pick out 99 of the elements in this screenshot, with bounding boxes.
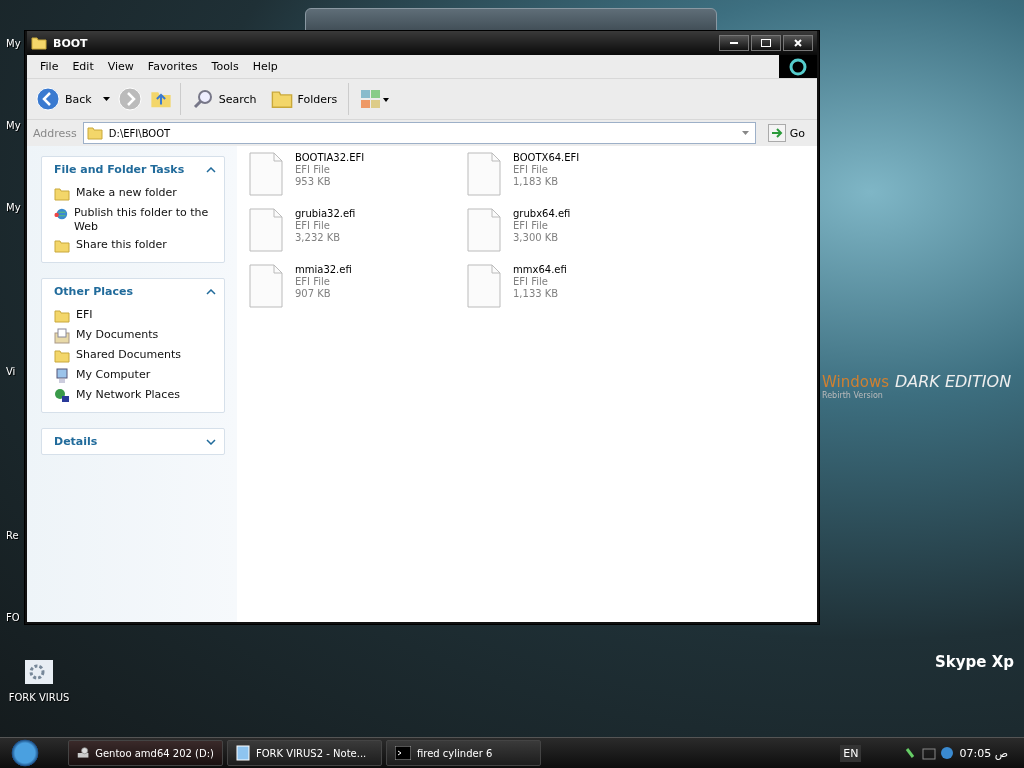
dropdown-arrow-icon[interactable]	[741, 131, 749, 135]
chevron-up-icon	[206, 288, 216, 295]
desktop-icon-label: Re	[6, 530, 19, 541]
go-button[interactable]: Go	[761, 123, 811, 143]
file-icon	[467, 264, 501, 308]
menu-item[interactable]: Edit	[65, 60, 101, 73]
file-type: EFI File	[295, 164, 331, 175]
menu-item[interactable]: Tools	[204, 60, 246, 73]
folder-icon	[54, 348, 70, 364]
maximize-button[interactable]	[751, 35, 781, 51]
console-icon	[395, 746, 411, 760]
window-title: BOOT	[53, 36, 88, 50]
file-name[interactable]: mmx64.efi	[513, 264, 567, 275]
address-label: Address	[33, 126, 77, 140]
file-size: 3,232 KB	[295, 232, 342, 243]
file-icon	[249, 264, 283, 308]
desktop-icon-label: My	[6, 120, 21, 131]
language-indicator[interactable]: EN	[840, 744, 862, 762]
taskbar-button[interactable]: fired cylinder 6	[386, 740, 541, 766]
file-icon	[467, 152, 501, 196]
file-type: EFI File	[295, 276, 331, 287]
panel-title: File and Folder Tasks	[54, 163, 185, 176]
folders-button[interactable]: Folders	[267, 86, 341, 112]
wallpaper-text: Skype Xp	[935, 653, 1014, 671]
task-link[interactable]: My Documents	[54, 328, 216, 344]
close-icon	[794, 39, 802, 47]
minimize-icon	[730, 41, 738, 45]
task-link[interactable]: Make a new folder	[54, 186, 216, 202]
documents-icon	[54, 328, 70, 344]
menu-item[interactable]: File	[33, 60, 66, 73]
folder-icon	[86, 125, 103, 141]
close-button[interactable]	[783, 35, 813, 51]
address-text: D:\EFI\BOOT	[108, 127, 171, 139]
folder-icon	[270, 88, 293, 110]
task-link[interactable]: Publish this folder to the Web	[54, 206, 216, 234]
wallpaper-text: Rebirth Version	[822, 391, 884, 400]
file-name[interactable]: BOOTX64.EFI	[513, 152, 580, 163]
drive-icon	[77, 745, 90, 761]
new-folder-icon	[54, 186, 70, 202]
taskbar-button[interactable]: FORK VIRUS2 - Note...	[227, 740, 382, 766]
menu-item[interactable]: Favorites	[140, 60, 205, 73]
file-size: 1,183 KB	[513, 176, 560, 187]
file-name[interactable]: mmia32.efi	[295, 264, 352, 275]
notepad-icon	[236, 745, 250, 761]
gear-file-icon[interactable]	[25, 660, 53, 684]
caret-icon[interactable]	[102, 97, 110, 101]
panel-title: Details	[54, 435, 98, 448]
file-type: EFI File	[295, 220, 331, 231]
task-link[interactable]: Shared Documents	[54, 348, 216, 364]
desktop-icon-label: FO	[6, 612, 20, 623]
file-type: EFI File	[513, 276, 549, 287]
search-icon	[191, 88, 214, 110]
wallpaper-text: DARK EDITION	[894, 372, 1012, 391]
menu-item[interactable]: View	[100, 60, 141, 73]
task-link[interactable]: My Network Places	[54, 388, 216, 404]
maximize-icon	[761, 39, 771, 47]
file-name[interactable]: BOOTIA32.EFI	[295, 152, 365, 163]
panel-header[interactable]: Details	[42, 429, 224, 454]
panel-header[interactable]: Other Places	[42, 279, 224, 304]
minimize-button[interactable]	[719, 35, 749, 51]
views-icon	[360, 88, 391, 110]
tray-icons[interactable]	[905, 745, 956, 761]
clock: 07:05 ص	[959, 746, 1008, 760]
file-icon	[249, 208, 283, 252]
computer-icon	[54, 368, 70, 384]
panel-header[interactable]: File and Folder Tasks	[42, 157, 224, 182]
ring-icon	[788, 56, 808, 77]
file-size: 1,133 KB	[513, 288, 560, 299]
file-type: EFI File	[513, 220, 549, 231]
desktop-icon-label: Vi	[6, 366, 16, 377]
file-size: 953 KB	[295, 176, 332, 187]
back-button[interactable]: Back	[33, 85, 95, 113]
file-name[interactable]: grubx64.efi	[513, 208, 571, 219]
panel-title: Other Places	[54, 285, 133, 298]
menu-item[interactable]: Help	[245, 60, 285, 73]
task-link[interactable]: Share this folder	[54, 238, 216, 254]
file-size: 3,300 KB	[513, 232, 560, 243]
chevron-up-icon	[206, 166, 216, 173]
network-globe-icon	[54, 388, 70, 404]
taskbar-button[interactable]: Gentoo amd64 202 (D:)	[68, 740, 223, 766]
globe-icon	[54, 206, 69, 222]
desktop-icon-label[interactable]: FORK VIRUS	[8, 692, 70, 703]
task-link[interactable]: EFI	[54, 308, 216, 324]
folder-icon	[54, 308, 70, 324]
desktop-icon-label: My	[6, 202, 21, 213]
task-link[interactable]: My Computer	[54, 368, 216, 384]
arrow-right-icon	[767, 124, 786, 142]
desktop-icon-label: My	[6, 38, 21, 49]
wallpaper-text: Windows	[822, 373, 889, 391]
shared-folder-icon	[54, 238, 70, 254]
file-name[interactable]: grubia32.efi	[295, 208, 356, 219]
search-button[interactable]: Search	[188, 86, 260, 112]
folder-icon	[31, 35, 47, 51]
file-icon	[249, 152, 283, 196]
file-size: 907 KB	[295, 288, 332, 299]
file-icon	[467, 208, 501, 252]
address-field[interactable]: D:\EFI\BOOT	[82, 122, 756, 144]
file-type: EFI File	[513, 164, 549, 175]
chevron-down-icon	[206, 438, 216, 445]
